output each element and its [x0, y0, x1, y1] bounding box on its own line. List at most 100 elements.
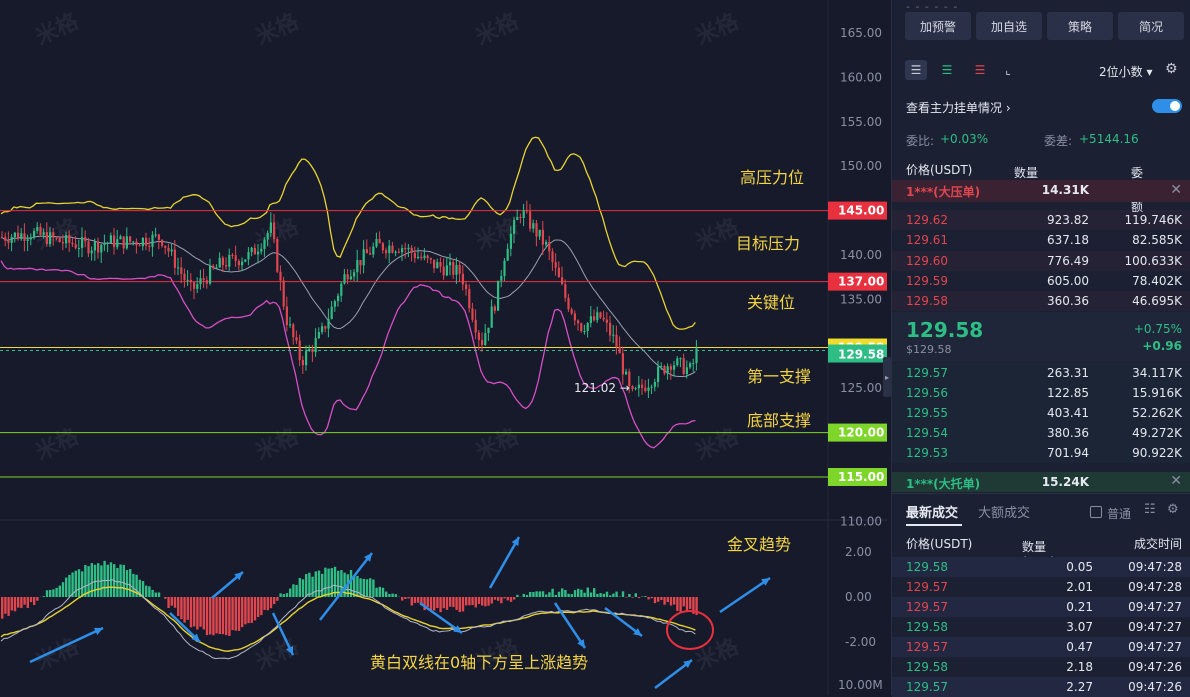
candle-body	[535, 223, 537, 236]
candle-body	[257, 252, 259, 255]
candle-body	[103, 244, 105, 245]
candle-body	[545, 242, 547, 245]
candle-body	[404, 248, 406, 249]
macd-bar	[283, 594, 285, 597]
chevron-down-icon: ▾	[1131, 164, 1137, 178]
candle-body	[212, 266, 214, 268]
candle-body	[321, 326, 323, 332]
tab-latest-trades[interactable]: 最新成交	[906, 502, 958, 521]
chevron-down-icon: ▾	[1022, 538, 1028, 552]
order-book-row[interactable]: 129.55403.4152.262K	[892, 403, 1190, 423]
order-book-row[interactable]: 129.58360.3646.695K	[892, 291, 1190, 311]
candle-body	[20, 233, 22, 239]
book-bids-icon[interactable]: ☰	[936, 60, 958, 80]
candle-body	[331, 307, 333, 319]
macd-bar	[513, 597, 515, 600]
order-book-row[interactable]: 129.62923.82119.746K	[892, 210, 1190, 230]
candle-body	[78, 248, 80, 249]
candle-body	[327, 319, 329, 329]
candle-body	[206, 280, 208, 283]
decimal-select[interactable]: 2位小数 ▾	[1099, 63, 1153, 80]
price-axis-tick: 110.00	[840, 514, 882, 528]
filter-icon[interactable]: ☷	[1144, 502, 1156, 517]
active-tab-underline	[906, 524, 962, 526]
candle-body	[228, 255, 230, 267]
candle-body	[657, 367, 659, 382]
order-book-row[interactable]: 129.61637.1882.585K	[892, 230, 1190, 250]
candle-body	[407, 248, 409, 249]
overview-button[interactable]: 简况	[1118, 12, 1184, 40]
candle-body	[487, 328, 489, 333]
chart-canvas[interactable]: 米格米格米格米格米格米格米格米格米格米格米格米格米格米格米格米格165.0016…	[0, 0, 887, 695]
candle-body	[148, 246, 150, 247]
divider	[892, 493, 1190, 494]
candle-body	[375, 239, 377, 247]
trade-price-header: 价格(USDT)	[906, 535, 972, 552]
macd-bar	[436, 597, 438, 608]
macd-bar	[49, 590, 51, 597]
macd-bar	[651, 597, 653, 598]
macd-bar	[318, 571, 320, 597]
big-buy-label: 1***(大托单)	[906, 475, 980, 492]
add-watchlist-button[interactable]: 加自选	[976, 12, 1042, 40]
macd-bar	[180, 597, 182, 619]
strategy-button[interactable]: 策略	[1047, 12, 1113, 40]
settings-gear-icon[interactable]: ⚙	[1167, 502, 1179, 517]
candle-body	[612, 335, 614, 336]
order-book-row[interactable]: 129.54380.3649.272K	[892, 423, 1190, 443]
candle-body	[670, 366, 672, 369]
order-book-row[interactable]: 129.59605.0078.402K	[892, 271, 1190, 291]
macd-bar	[369, 578, 371, 597]
candle-body	[433, 260, 435, 269]
book-expand-icon[interactable]: ⌞	[997, 60, 1019, 80]
row-price: 129.53	[906, 446, 948, 460]
macd-bar	[667, 597, 669, 602]
macd-bar	[4, 597, 6, 614]
candle-body	[286, 307, 288, 325]
macd-bar	[116, 568, 118, 597]
order-book-row[interactable]: 129.53701.9490.922K	[892, 443, 1190, 463]
macd-bar	[183, 597, 185, 623]
order-book-row[interactable]: 129.56122.8515.916K	[892, 383, 1190, 403]
settings-gear-icon[interactable]: ⚙	[1165, 61, 1178, 77]
candlestick-chart[interactable]: 米格米格米格米格米格米格米格米格米格米格米格米格米格米格米格米格165.0016…	[0, 0, 887, 695]
candle-body	[315, 338, 317, 352]
candle-body	[395, 252, 397, 253]
order-book-row[interactable]: 129.57263.3134.117K	[892, 363, 1190, 383]
tab-large-trades[interactable]: 大额成交	[978, 502, 1030, 521]
candle-body	[577, 320, 579, 323]
candle-body	[129, 236, 131, 241]
order-book-row[interactable]: 129.60776.49100.633K	[892, 251, 1190, 271]
macd-bar	[494, 597, 496, 600]
macd-bar	[475, 597, 477, 607]
macd-bar	[132, 574, 134, 597]
price-level-tag-text: 115.00	[838, 470, 884, 484]
macd-bar	[609, 595, 611, 597]
macd-bar	[414, 597, 416, 603]
macd-bar	[315, 571, 317, 597]
macd-axis-tick: 2.00	[845, 545, 872, 559]
trade-row: 129.570.2109:47:27	[892, 597, 1190, 617]
macd-bar	[251, 597, 253, 623]
row-qty: 380.36	[1047, 426, 1089, 440]
book-asks-icon[interactable]: ☰	[969, 60, 991, 80]
close-icon[interactable]: ✕	[1170, 182, 1182, 198]
candle-body	[430, 258, 432, 259]
macd-bar	[231, 597, 233, 630]
candle-body	[475, 320, 477, 333]
trade-time: 09:47:28	[1128, 580, 1182, 594]
main-orders-toggle[interactable]	[1152, 99, 1182, 113]
candle-body	[279, 272, 281, 281]
book-both-icon[interactable]: ☰	[905, 60, 927, 80]
macd-bar	[382, 588, 384, 597]
candle-body	[497, 281, 499, 311]
add-alert-button[interactable]: 加预警	[905, 12, 971, 40]
close-icon[interactable]: ✕	[1170, 473, 1182, 489]
collapse-panel-handle[interactable]: ▸	[883, 357, 891, 397]
macd-bar	[446, 597, 448, 610]
macd-bar	[292, 584, 294, 597]
row-price: 129.57	[906, 366, 948, 380]
macd-bar	[603, 594, 605, 597]
main-orders-link[interactable]: 查看主力挂单情况 ›	[906, 99, 1011, 116]
normal-checkbox[interactable]	[1090, 506, 1102, 518]
